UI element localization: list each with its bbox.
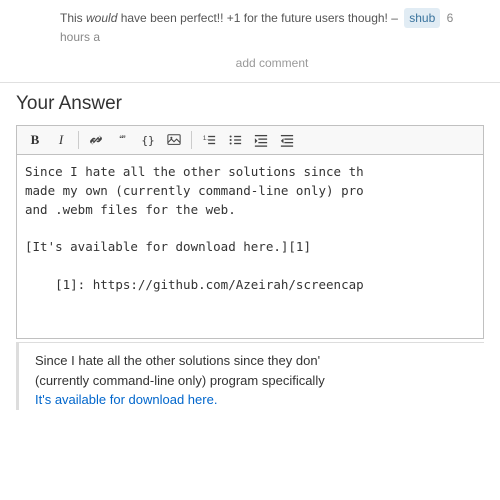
toolbar-bold-button[interactable]: B (23, 129, 47, 151)
indent-icon (254, 133, 268, 147)
preview-line2: (currently command-line only) program sp… (35, 373, 325, 388)
add-comment-link[interactable]: add comment (60, 52, 484, 74)
toolbar-unordered-list-button[interactable] (223, 129, 247, 151)
page-container: This would have been perfect!! +1 for th… (0, 0, 500, 500)
answer-title: Your Answer (16, 93, 484, 115)
toolbar-ordered-list-button[interactable]: 1. (197, 129, 221, 151)
link-icon (89, 133, 103, 147)
comment-italic: would (86, 11, 117, 25)
toolbar-outdent-button[interactable] (275, 129, 299, 151)
preview-link[interactable]: It's available for download here. (35, 392, 217, 407)
comment-username[interactable]: shub (404, 8, 440, 28)
toolbar-blockquote-button[interactable]: “” (110, 129, 134, 151)
comment-section: This would have been perfect!! +1 for th… (0, 0, 500, 83)
outdent-icon (280, 133, 294, 147)
ordered-list-icon: 1. (202, 133, 216, 147)
editor-textarea[interactable]: Since I hate all the other solutions sin… (16, 154, 484, 339)
answer-section: Your Answer B I “” {} (0, 83, 500, 342)
toolbar-separator-2 (191, 131, 192, 149)
preview-section: Since I hate all the other solutions sin… (16, 343, 484, 410)
toolbar-link-button[interactable] (84, 129, 108, 151)
svg-text:1.: 1. (203, 135, 208, 142)
preview-line1: Since I hate all the other solutions sin… (35, 353, 320, 368)
toolbar-image-button[interactable] (162, 129, 186, 151)
preview-text: Since I hate all the other solutions sin… (35, 351, 468, 410)
toolbar-separator-1 (78, 131, 79, 149)
toolbar-code-button[interactable]: {} (136, 129, 160, 151)
unordered-list-icon (228, 133, 242, 147)
editor-toolbar: B I “” {} (16, 125, 484, 154)
comment-time: 6 hours a (60, 11, 453, 44)
toolbar-indent-button[interactable] (249, 129, 273, 151)
comment-text: This would have been perfect!! +1 for th… (60, 8, 484, 46)
image-icon (167, 133, 181, 147)
toolbar-italic-button[interactable]: I (49, 129, 73, 151)
